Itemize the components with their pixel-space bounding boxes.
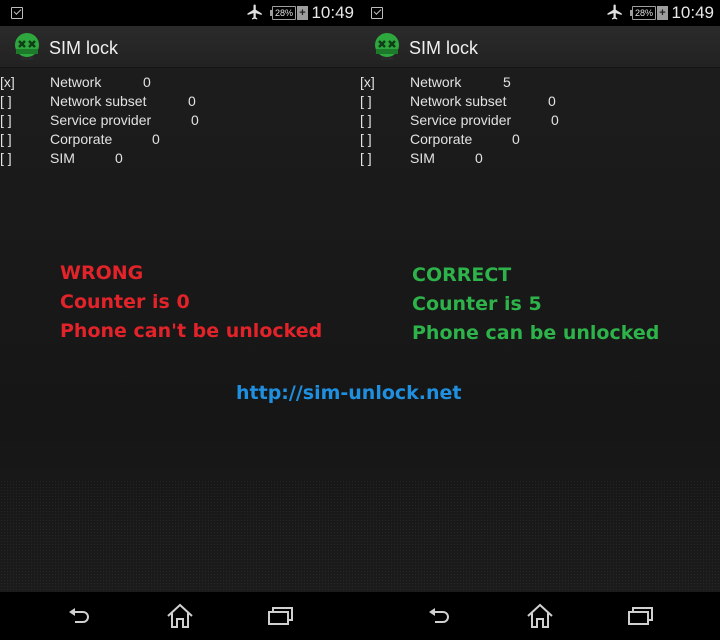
battery-percent: 28% [632, 6, 656, 20]
website-link[interactable]: http://sim-unlock.net [236, 382, 462, 404]
sim-unlock-logo-icon [15, 33, 39, 60]
lock-row-network[interactable]: [x] Network 0 [0, 74, 360, 93]
lock-checkbox[interactable]: [ ] [360, 93, 372, 109]
lock-name: Network [50, 74, 102, 90]
lock-row-corporate[interactable]: [ ] Corporate 0 [0, 131, 360, 150]
lock-row-corporate[interactable]: [ ] Corporate 0 [360, 131, 720, 150]
wrong-result-text: Phone can't be unlocked [60, 320, 323, 342]
app-bar: SIM lock [0, 26, 360, 68]
recent-apps-icon[interactable] [626, 602, 656, 630]
status-bar: 28% + 10:49 [360, 0, 720, 26]
lock-name: Network subset [410, 93, 507, 109]
airplane-mode-icon [607, 4, 622, 20]
lock-checkbox[interactable]: [x] [0, 74, 15, 90]
lock-name: Network [410, 74, 462, 90]
navigation-bar [360, 592, 720, 640]
sim-unlock-logo-icon [375, 33, 399, 60]
lock-name: SIM [50, 150, 75, 166]
back-icon[interactable] [425, 602, 455, 630]
lock-checkbox[interactable]: [ ] [0, 131, 12, 147]
checkbox-notification-icon [11, 7, 23, 19]
checkbox-notification-icon [371, 7, 383, 19]
lock-name: Service provider [410, 112, 512, 128]
lock-name: Network subset [50, 93, 147, 109]
recent-apps-icon[interactable] [266, 602, 296, 630]
lock-list: [x] Network 0 [ ] Network subset 0 [ ] S… [0, 74, 360, 169]
lock-row-sim[interactable]: [ ] SIM 0 [0, 150, 360, 169]
lock-name: Corporate [50, 131, 113, 147]
clock: 10:49 [671, 3, 714, 22]
lock-row-network-subset[interactable]: [ ] Network subset 0 [360, 93, 720, 112]
lock-counter: 5 [503, 74, 511, 90]
wrong-counter-text: Counter is 0 [60, 291, 190, 313]
charging-icon: + [657, 6, 668, 20]
lock-row-sim[interactable]: [ ] SIM 0 [360, 150, 720, 169]
lock-name: Corporate [410, 131, 473, 147]
clock: 10:49 [311, 3, 354, 22]
lock-counter: 0 [551, 112, 559, 128]
lock-checkbox[interactable]: [ ] [360, 112, 372, 128]
lock-counter: 0 [548, 93, 556, 109]
lock-row-network-subset[interactable]: [ ] Network subset 0 [0, 93, 360, 112]
lock-counter: 0 [143, 74, 151, 90]
home-icon[interactable] [525, 602, 555, 630]
lock-counter: 0 [191, 112, 199, 128]
lock-counter: 0 [152, 131, 160, 147]
lock-checkbox[interactable]: [ ] [0, 112, 12, 128]
battery-indicator: 28% + [630, 6, 668, 20]
lock-checkbox[interactable]: [ ] [360, 150, 372, 166]
lock-checkbox[interactable]: [ ] [360, 131, 372, 147]
lock-checkbox[interactable]: [ ] [0, 150, 12, 166]
battery-percent: 28% [272, 6, 296, 20]
wrong-annotation: WRONG Counter is 0 Phone can't be unlock… [60, 259, 322, 346]
lock-checkbox[interactable]: [x] [360, 74, 375, 90]
lock-list: [x] Network 5 [ ] Network subset 0 [ ] S… [360, 74, 720, 169]
lock-row-service-provider[interactable]: [ ] Service provider 0 [360, 112, 720, 131]
lock-counter: 0 [115, 150, 123, 166]
lock-name: Service provider [50, 112, 152, 128]
lock-name: SIM [410, 150, 435, 166]
lock-counter: 0 [512, 131, 520, 147]
correct-heading: CORRECT [412, 264, 512, 286]
lock-counter: 0 [475, 150, 483, 166]
correct-result-text: Phone can be unlocked [412, 322, 660, 344]
lock-row-network[interactable]: [x] Network 5 [360, 74, 720, 93]
charging-icon: + [297, 6, 308, 20]
battery-indicator: 28% + [270, 6, 308, 20]
correct-counter-text: Counter is 5 [412, 293, 542, 315]
back-icon[interactable] [65, 602, 95, 630]
app-title: SIM lock [409, 38, 479, 58]
lock-checkbox[interactable]: [ ] [0, 93, 12, 109]
status-bar: 28% + 10:49 [0, 0, 360, 26]
correct-annotation: CORRECT Counter is 5 Phone can be unlock… [412, 261, 659, 348]
app-bar: SIM lock [360, 26, 720, 68]
navigation-bar [0, 592, 360, 640]
wrong-heading: WRONG [60, 262, 144, 284]
app-title: SIM lock [49, 38, 119, 58]
airplane-mode-icon [247, 4, 262, 20]
home-icon[interactable] [165, 602, 195, 630]
lock-counter: 0 [188, 93, 196, 109]
lock-row-service-provider[interactable]: [ ] Service provider 0 [0, 112, 360, 131]
